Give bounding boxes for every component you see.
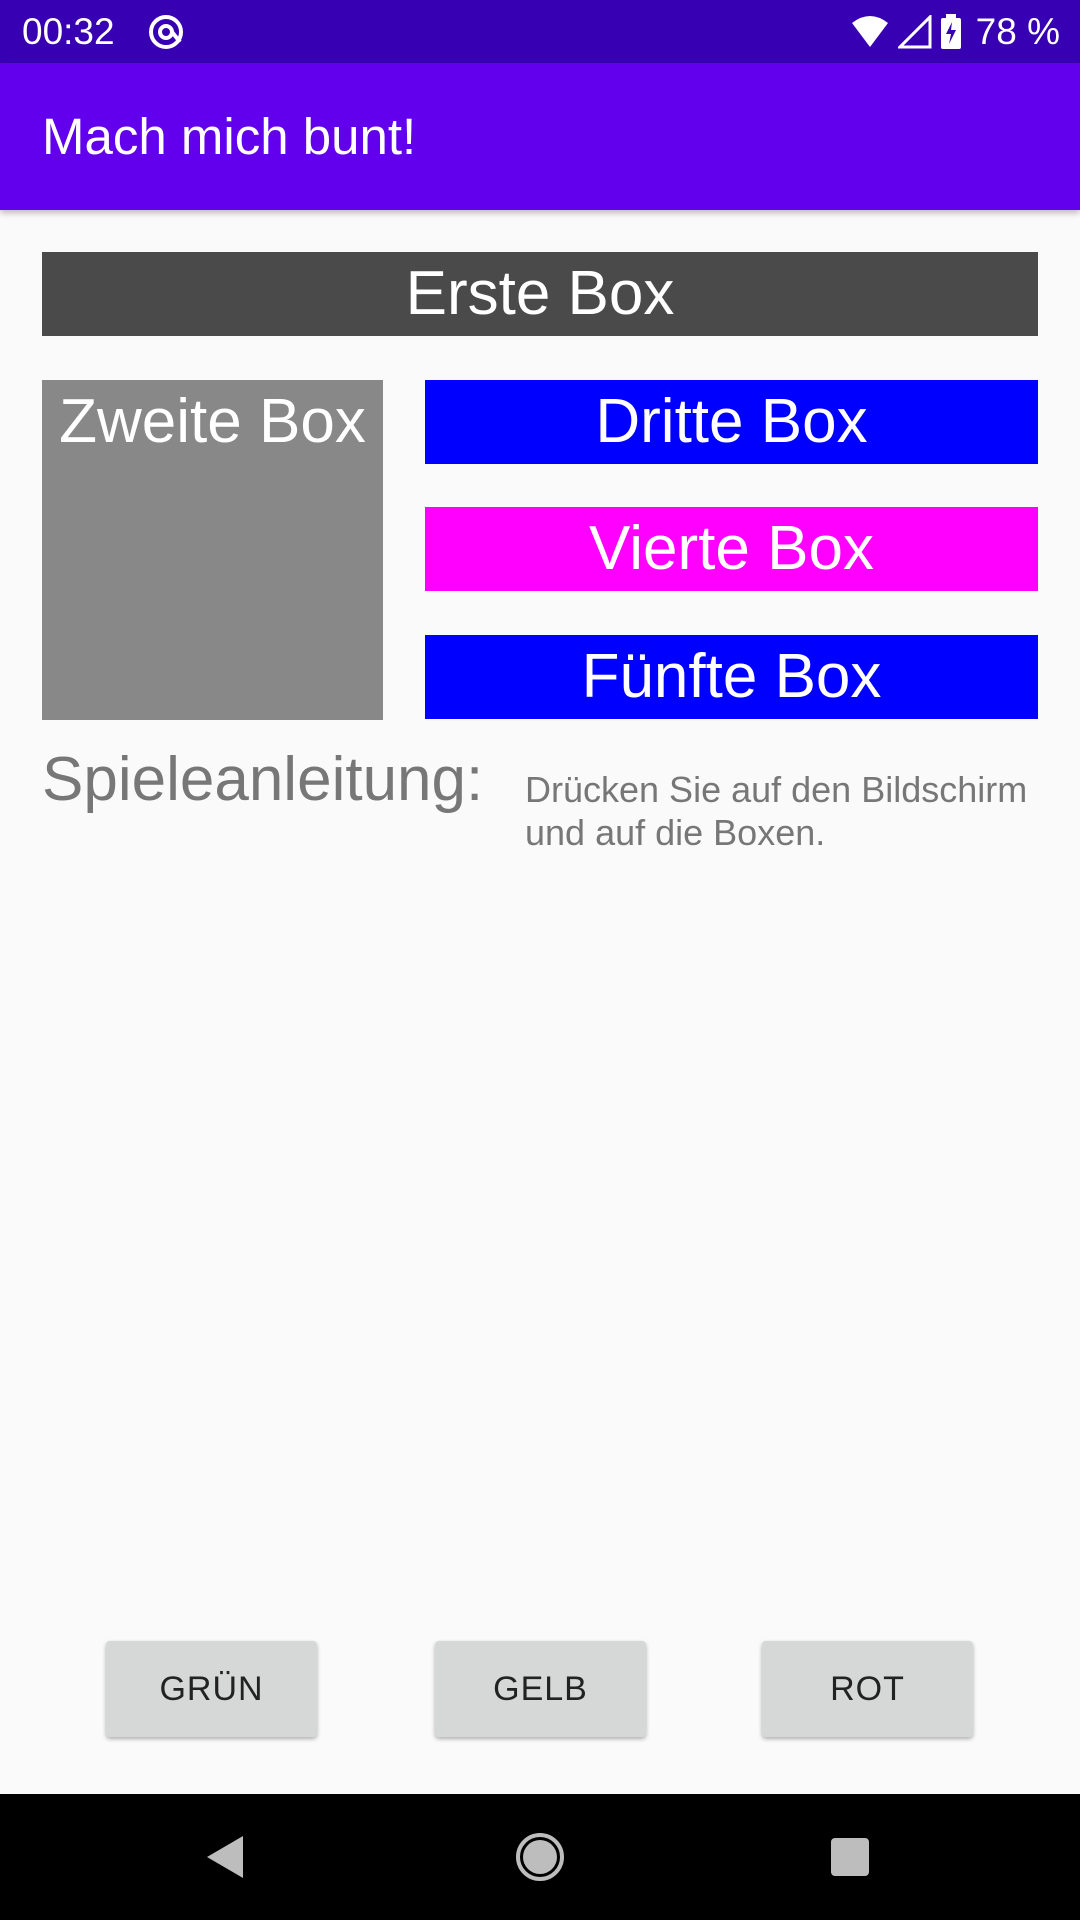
at-sign-icon: [146, 10, 186, 54]
status-icons: 78 %: [850, 8, 1060, 56]
rot-button[interactable]: ROT: [762, 1641, 973, 1737]
erste-box[interactable]: Erste Box: [42, 252, 1038, 336]
app-bar: Mach mich bunt!: [0, 63, 1080, 210]
signal-icon: [897, 15, 932, 49]
navigation-bar: [0, 1794, 1080, 1920]
status-time: 00:32: [22, 11, 115, 52]
status-bar: 00:32 78 %: [0, 0, 1080, 63]
gelb-button[interactable]: GELB: [435, 1641, 646, 1737]
home-icon[interactable]: [470, 1794, 610, 1920]
battery-percentage: 78 %: [975, 11, 1060, 52]
app-title: Mach mich bunt!: [42, 108, 417, 165]
instructions-heading: Spieleanleitung:: [42, 745, 484, 814]
back-icon[interactable]: [155, 1794, 295, 1920]
gruen-button[interactable]: GRÜN: [106, 1641, 317, 1737]
zweite-box[interactable]: Zweite Box: [42, 380, 383, 720]
instructions-text: Drücken Sie auf den Bildschirm und auf d…: [525, 769, 1028, 853]
dritte-box[interactable]: Dritte Box: [425, 380, 1038, 464]
wifi-icon: [850, 15, 890, 49]
fuenfte-box[interactable]: Fünfte Box: [425, 635, 1038, 719]
recent-apps-icon[interactable]: [780, 1794, 920, 1920]
battery-charging-icon: [940, 14, 962, 50]
vierte-box[interactable]: Vierte Box: [425, 507, 1038, 591]
